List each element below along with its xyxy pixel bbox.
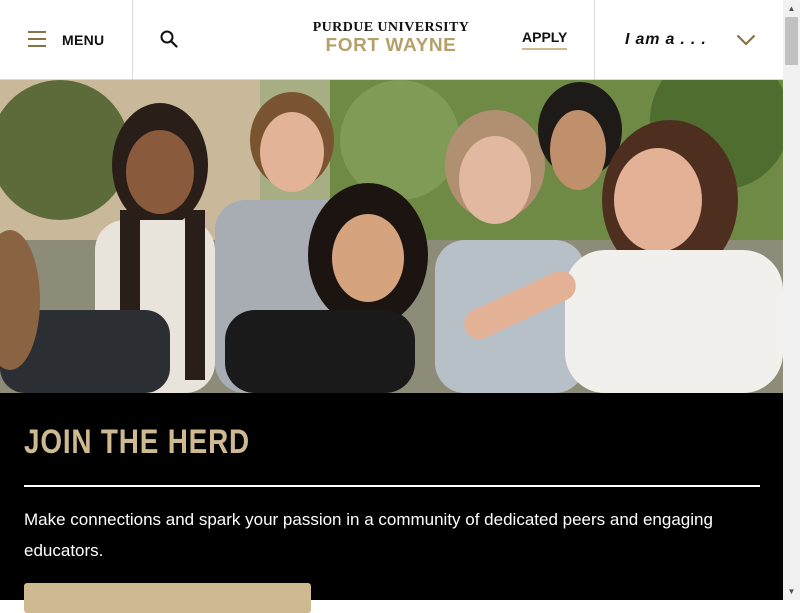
cta-button[interactable] <box>24 583 311 613</box>
hero-photo <box>0 80 783 393</box>
menu-button[interactable]: MENU <box>0 0 133 79</box>
hamburger-icon <box>28 31 46 47</box>
apply-link[interactable]: APPLY <box>522 29 568 50</box>
menu-label: MENU <box>62 32 105 48</box>
audience-selector[interactable]: I am a . . . <box>594 0 784 79</box>
vertical-scrollbar[interactable]: ▲ ▼ <box>783 0 800 600</box>
scroll-down-arrow-icon[interactable]: ▼ <box>783 583 800 600</box>
audience-selector-label: I am a . . . <box>625 31 707 48</box>
section-headline: JOIN THE HERD <box>24 423 250 461</box>
scroll-up-arrow-icon[interactable]: ▲ <box>783 0 800 17</box>
university-logo[interactable]: PURDUE UNIVERSITY FORT WAYNE <box>312 20 470 60</box>
search-button[interactable] <box>133 0 207 79</box>
section-description: Make connections and spark your passion … <box>24 510 713 560</box>
search-icon <box>160 30 178 48</box>
chevron-down-icon <box>736 34 756 46</box>
join-section: JOIN THE HERD Make connections and spark… <box>0 393 783 613</box>
site-header: MENU PURDUE UNIVERSITY FORT WAYNE APPLY … <box>0 0 783 80</box>
scroll-thumb[interactable] <box>785 17 798 65</box>
logo-university-name: PURDUE UNIVERSITY <box>312 20 470 35</box>
logo-campus-name: FORT WAYNE <box>325 35 457 56</box>
divider <box>24 485 760 487</box>
